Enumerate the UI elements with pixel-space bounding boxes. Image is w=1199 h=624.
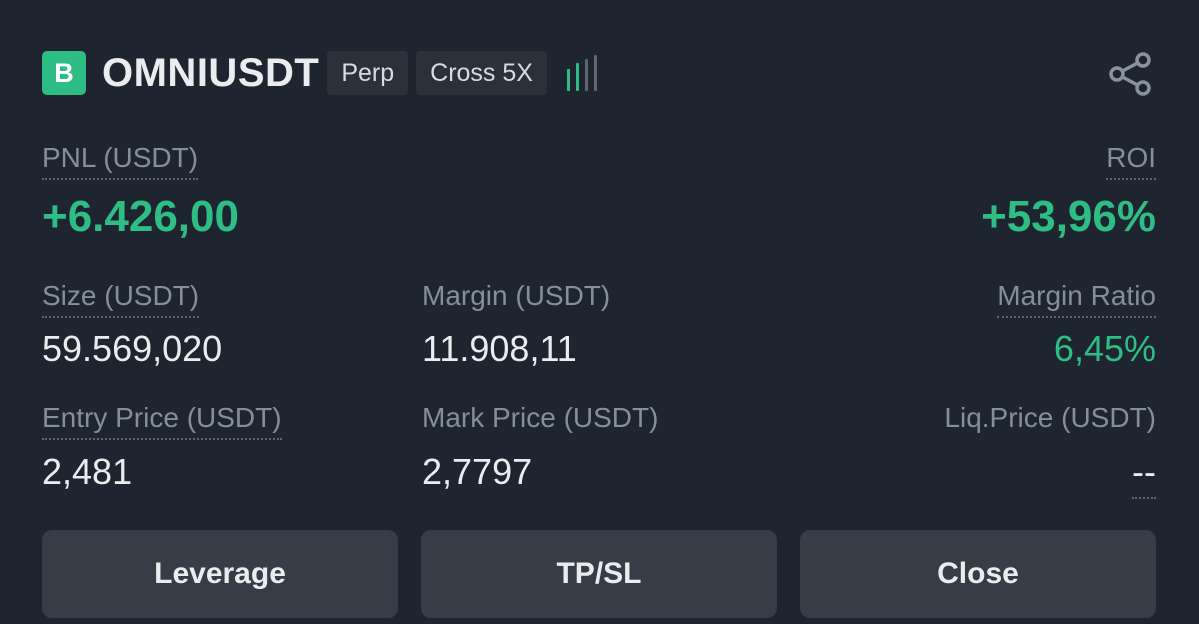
roi-value: +53,96%: [981, 192, 1156, 241]
leverage-button[interactable]: Leverage: [42, 530, 398, 618]
pnl-label[interactable]: PNL (USDT): [42, 142, 199, 180]
position-header: B OMNIUSDT Perp Cross 5X: [42, 50, 597, 96]
margin-mode-tag[interactable]: Cross 5X: [416, 51, 547, 95]
liq-price-value[interactable]: --: [1132, 451, 1156, 499]
liq-price-label: Liq.Price (USDT): [944, 402, 1156, 433]
share-icon[interactable]: [1107, 50, 1155, 98]
mark-price-value: 2,7797: [422, 451, 533, 492]
symbol-title[interactable]: OMNIUSDT: [102, 51, 319, 96]
tpsl-button[interactable]: TP/SL: [421, 530, 777, 618]
side-badge: B: [42, 51, 86, 95]
pnl-value: +6.426,00: [42, 192, 239, 241]
roi-label[interactable]: ROI: [1106, 142, 1156, 180]
margin-ratio-label[interactable]: Margin Ratio: [997, 280, 1156, 318]
size-label[interactable]: Size (USDT): [42, 280, 200, 318]
size-value: 59.569,020: [42, 328, 223, 369]
margin-ratio-value: 6,45%: [1053, 328, 1156, 369]
mark-price-label: Mark Price (USDT): [422, 402, 659, 433]
entry-price-label[interactable]: Entry Price (USDT): [42, 402, 282, 440]
entry-price-value: 2,481: [42, 451, 133, 492]
close-position-button[interactable]: Close: [800, 530, 1156, 618]
position-card: B OMNIUSDT Perp Cross 5X PNL (USDT) +6.4…: [0, 0, 1199, 624]
risk-bars-icon: [566, 55, 597, 91]
margin-label: Margin (USDT): [422, 280, 611, 311]
margin-value: 11.908,11: [422, 328, 577, 369]
contract-type-tag: Perp: [327, 51, 409, 95]
